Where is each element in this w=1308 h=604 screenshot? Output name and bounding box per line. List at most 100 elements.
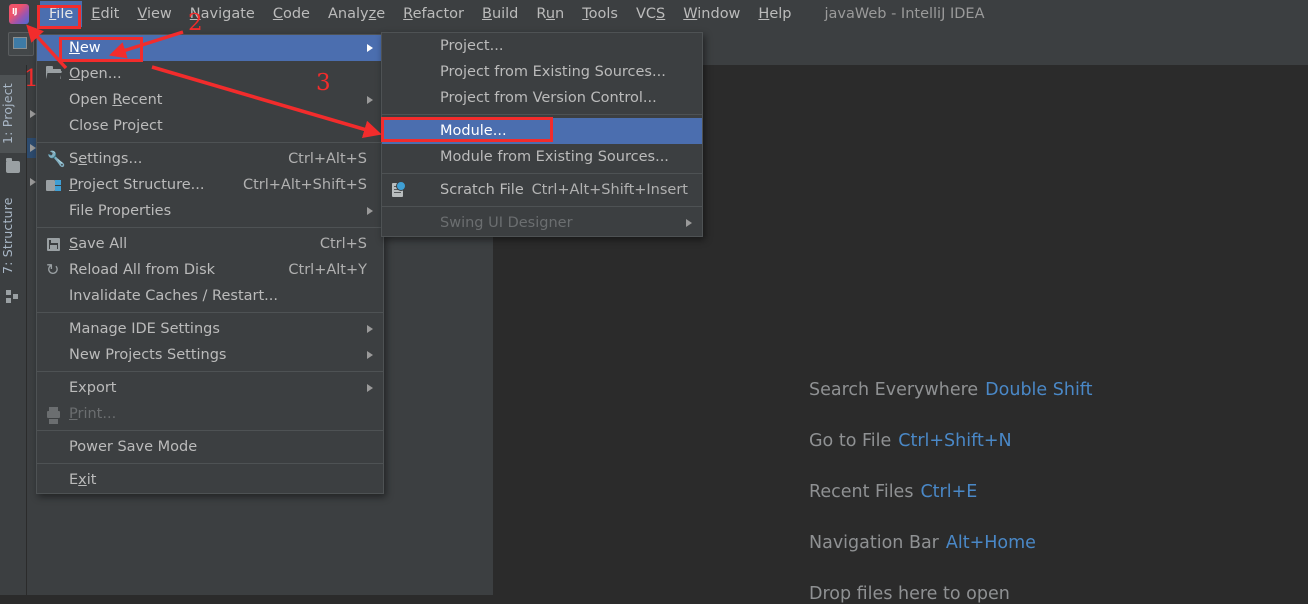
menu-item-invalidate-caches-restart[interactable]: Invalidate Caches / Restart... <box>37 283 383 309</box>
new-submenu-popup: Project... Project from Existing Sources.… <box>381 32 703 237</box>
menu-item-project-structure[interactable]: Project Structure... Ctrl+Alt+Shift+S <box>37 172 383 198</box>
menu-separator <box>37 430 383 431</box>
menu-item-label: Swing UI Designer <box>440 215 573 231</box>
menubar-item-build[interactable]: Build <box>473 1 527 27</box>
menubar-item-file[interactable]: File <box>40 1 83 27</box>
menu-item-label: Module... <box>440 123 507 139</box>
menu-item-save-all[interactable]: Save All Ctrl+S <box>37 231 383 257</box>
menu-item-swing-ui-designer: Swing UI Designer <box>382 210 702 236</box>
chevron-right-icon <box>367 351 373 359</box>
menu-item-label: New <box>69 40 101 56</box>
menubar-item-label: Analyze <box>327 6 386 22</box>
menu-item-new[interactable]: New <box>37 35 383 61</box>
menu-item-module[interactable]: Module... <box>382 118 702 144</box>
editor-hint-label: Recent Files <box>809 482 914 502</box>
menubar-item-refactor[interactable]: Refactor <box>394 1 473 27</box>
menu-item-exit[interactable]: Exit <box>37 467 383 493</box>
menubar-item-label: Refactor <box>403 6 464 22</box>
menubar-item-label: Code <box>272 6 310 22</box>
image-preview-icon[interactable] <box>8 32 34 56</box>
menu-item-project-from-existing-sources[interactable]: Project from Existing Sources... <box>382 59 702 85</box>
menu-item-open-recent[interactable]: Open Recent <box>37 87 383 113</box>
menubar-item-help[interactable]: Help <box>749 1 800 27</box>
menu-item-reload-all-from-disk[interactable]: ↻ Reload All from Disk Ctrl+Alt+Y <box>37 257 383 283</box>
menu-item-label: Open... <box>69 66 122 82</box>
editor-hint-row: Search Everywhere Double Shift <box>809 380 1093 400</box>
menubar-item-label: Tools <box>582 6 618 22</box>
menu-separator <box>37 463 383 464</box>
menu-item-close-project[interactable]: Close Project <box>37 113 383 139</box>
menubar-item-label: Navigate <box>189 6 255 22</box>
menubar-item-label: VCS <box>635 6 666 22</box>
main-menu-bar: File Edit View Navigate Code Analyze Refactor B… <box>0 0 1308 28</box>
menu-item-label: Export <box>69 380 117 396</box>
menu-item-print: Print... <box>37 401 383 427</box>
menu-item-power-save-mode[interactable]: Power Save Mode <box>37 434 383 460</box>
menu-item-label: Reload All from Disk <box>69 262 216 278</box>
project-structure-icon <box>46 177 63 193</box>
editor-hint-shortcut: Ctrl+E <box>920 482 978 502</box>
editor-hint-row: Go to File Ctrl+Shift+N <box>809 431 1093 451</box>
menubar-item-window[interactable]: Window <box>674 1 749 27</box>
drop-files-hint: Drop files here to open <box>809 584 1010 604</box>
folder-icon <box>6 158 20 173</box>
menu-item-project[interactable]: Project... <box>382 33 702 59</box>
menubar-item-edit[interactable]: Edit <box>82 1 128 27</box>
menu-item-file-properties[interactable]: File Properties <box>37 198 383 224</box>
menu-item-open[interactable]: Open... <box>37 61 383 87</box>
menu-item-label: Project from Version Control... <box>440 90 657 106</box>
menu-item-label: Project Structure... <box>69 177 205 193</box>
menu-separator <box>382 173 702 174</box>
chevron-right-icon <box>367 325 373 333</box>
menubar-item-code[interactable]: Code <box>264 1 319 27</box>
chevron-right-icon <box>367 96 373 104</box>
sidebar-item-structure[interactable]: 7: Structure <box>0 190 26 282</box>
folder-icon <box>46 66 63 82</box>
menu-item-label: Invalidate Caches / Restart... <box>69 288 278 304</box>
menubar-item-view[interactable]: View <box>128 1 180 27</box>
chevron-right-icon <box>367 207 373 215</box>
menu-item-shortcut: Ctrl+Alt+Shift+S <box>242 177 367 193</box>
sidebar-item-structure-label: 7: Structure <box>0 197 15 275</box>
menu-separator <box>37 142 383 143</box>
menu-item-project-from-version-control[interactable]: Project from Version Control... <box>382 85 702 111</box>
menu-item-settings[interactable]: 🔧 Settings... Ctrl+Alt+S <box>37 146 383 172</box>
menu-item-label: Scratch File <box>440 182 524 198</box>
window-title: javaWeb - IntelliJ IDEA <box>824 6 985 22</box>
menu-item-label: Manage IDE Settings <box>69 321 220 337</box>
menu-item-label: Close Project <box>69 118 163 134</box>
menubar-item-analyze[interactable]: Analyze <box>319 1 394 27</box>
left-tool-window-bar: 1: Project 7: Structure <box>0 65 27 595</box>
menu-item-label: Project... <box>440 38 504 54</box>
menubar-item-label: View <box>137 6 172 22</box>
menu-item-shortcut: Ctrl+Alt+Y <box>288 262 367 278</box>
menu-item-module-from-existing-sources[interactable]: Module from Existing Sources... <box>382 144 702 170</box>
menu-item-shortcut: Ctrl+S <box>319 236 367 252</box>
editor-hint-label: Go to File <box>809 431 892 451</box>
scratch-file-icon <box>390 181 407 198</box>
menu-item-label: Open Recent <box>69 92 163 108</box>
intellij-idea-logo-icon <box>9 4 29 24</box>
menubar-item-run[interactable]: Run <box>527 1 573 27</box>
menu-item-label: Save All <box>69 236 128 252</box>
menu-item-new-projects-settings[interactable]: New Projects Settings <box>37 342 383 368</box>
menubar-item-navigate[interactable]: Navigate <box>181 1 264 27</box>
menu-item-scratch-file[interactable]: Scratch File Ctrl+Alt+Shift+Insert <box>382 177 702 203</box>
menu-item-export[interactable]: Export <box>37 375 383 401</box>
menubar-item-vcs[interactable]: VCS <box>627 1 674 27</box>
menubar-item-tools[interactable]: Tools <box>573 1 627 27</box>
file-menu-popup: New Open... Open Recent Close Project 🔧 Setti… <box>36 34 384 494</box>
menu-item-label: Exit <box>69 472 97 488</box>
menu-item-label: Print... <box>69 406 117 422</box>
intellij-idea-window: File Edit View Navigate Code Analyze Refactor B… <box>0 0 1308 604</box>
sidebar-item-project[interactable]: 1: Project <box>0 75 26 153</box>
menu-item-label: Project from Existing Sources... <box>440 64 666 80</box>
menu-item-label: Settings... <box>69 151 143 167</box>
menubar-item-label: Help <box>758 6 792 22</box>
structure-blocks-icon <box>6 290 20 303</box>
editor-hint-row: Recent Files Ctrl+E <box>809 482 1093 502</box>
menu-item-manage-ide-settings[interactable]: Manage IDE Settings <box>37 316 383 342</box>
editor-hint-shortcut: Alt+Home <box>945 533 1036 553</box>
menu-separator <box>37 371 383 372</box>
menubar-item-label: Window <box>683 6 741 22</box>
